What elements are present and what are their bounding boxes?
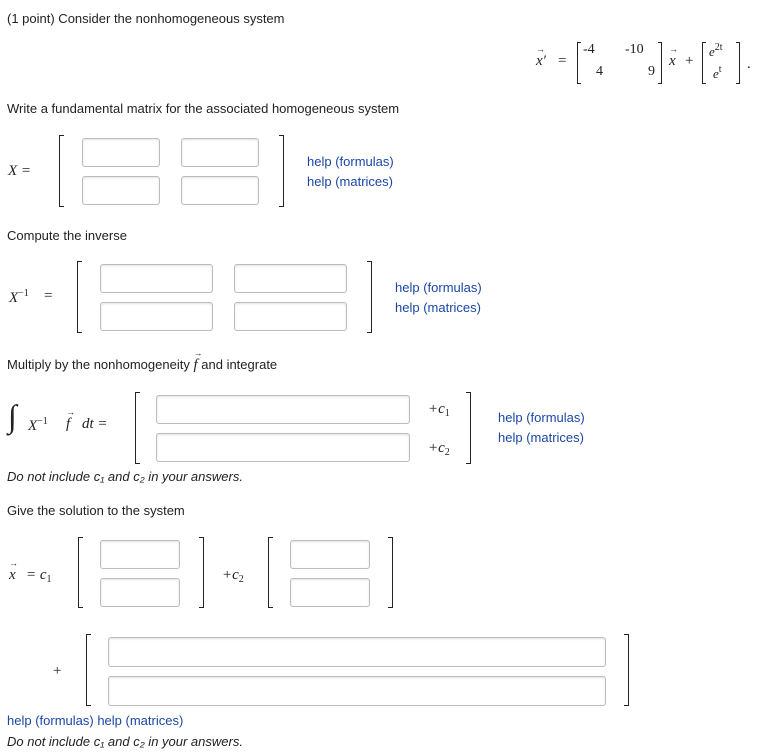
footer-note: Do not include c₁ and c₂ in your answers… [7, 734, 243, 749]
particular-vector-right-bracket [624, 634, 629, 706]
solution-vector1-r2-input[interactable] [100, 578, 180, 607]
inverse-matrix-left-bracket [77, 261, 82, 333]
help-matrices-link-2[interactable]: help (matrices) [395, 300, 481, 315]
part3-note: Do not include c₁ and c₂ in your answers… [7, 469, 243, 484]
equals-sign: = [558, 53, 567, 69]
inverse-matrix-r2c2-input[interactable] [234, 302, 347, 331]
integral-c1-term: +c1 [428, 401, 450, 419]
integral-row2-input[interactable] [156, 433, 410, 462]
help-formulas-link-3[interactable]: help (formulas) [498, 410, 585, 425]
fundamental-matrix-r1c1-input[interactable] [82, 138, 160, 167]
fundamental-matrix-right-bracket [279, 135, 284, 207]
help-matrices-link-4[interactable]: help (matrices) [97, 713, 183, 728]
solution-x-symbol: x [9, 558, 18, 584]
inverse-matrix-r2c1-input[interactable] [100, 302, 213, 331]
integral-vector-left-bracket [135, 392, 140, 464]
matrix-a22: 9 [648, 64, 655, 79]
matrix-a12: -10 [625, 42, 644, 57]
part3-prompt-before: Multiply by the nonhomogeneity [7, 357, 190, 372]
solution-vector1-r1-input[interactable] [100, 540, 180, 569]
forcing-row-1: e2t [709, 42, 723, 59]
integral-x-inverse: X−1 [28, 416, 48, 434]
inverse-matrix-r1c2-input[interactable] [234, 264, 347, 293]
solution-c1-label: = c1 [26, 567, 52, 585]
part3-prompt-after: and integrate [201, 357, 278, 372]
part3-prompt: Multiply by the nonhomogeneity f and int… [7, 348, 278, 374]
x-prime-symbol: x′ [536, 44, 546, 70]
solution-vector1-right-bracket [199, 537, 204, 608]
matrix-a11: -4 [583, 42, 595, 57]
footer-help-links: help (formulas) help (matrices) [7, 713, 183, 728]
part1-prompt: Write a fundamental matrix for the assoc… [7, 101, 400, 116]
particular-row2-input[interactable] [108, 676, 606, 706]
help-matrices-link-3[interactable]: help (matrices) [498, 430, 584, 445]
integral-label: ∫ X−1 f dt = [8, 398, 118, 446]
help-matrices-link-1[interactable]: help (matrices) [307, 174, 393, 189]
particular-plus-sign: + [53, 663, 62, 679]
particular-row1-input[interactable] [108, 637, 606, 667]
solution-vector2-r1-input[interactable] [290, 540, 370, 569]
fundamental-matrix-r2c2-input[interactable] [181, 176, 259, 205]
particular-vector-left-bracket [86, 634, 91, 706]
solution-vector2-r2-input[interactable] [290, 578, 370, 607]
system-matrix-right-bracket [658, 42, 662, 84]
forcing-row-1-exponent: 2t [714, 42, 723, 53]
inverse-equals: = [44, 288, 53, 304]
x-vector-symbol: x [669, 44, 678, 70]
forcing-row-2: et [713, 64, 722, 81]
forcing-right-bracket [736, 42, 740, 84]
part2-prompt: Compute the inverse [7, 228, 127, 243]
inverse-matrix-label: X−1 [9, 288, 29, 307]
solution-c2-label: +c2 [222, 567, 244, 585]
integral-f-vector: f [66, 407, 75, 433]
fundamental-matrix-r1c2-input[interactable] [181, 138, 259, 167]
solution-vector2-right-bracket [388, 537, 393, 608]
inverse-matrix-r1c1-input[interactable] [100, 264, 213, 293]
inverse-label-exponent: −1 [18, 288, 29, 299]
integral-dt: dt = [82, 416, 108, 432]
integral-c2-term: +c2 [428, 440, 450, 458]
solution-vector2-left-bracket [268, 537, 273, 608]
system-matrix-left-bracket [577, 42, 581, 84]
inverse-matrix-right-bracket [367, 261, 372, 333]
help-formulas-link-1[interactable]: help (formulas) [307, 154, 394, 169]
help-formulas-link-2[interactable]: help (formulas) [395, 280, 482, 295]
solution-vector1-left-bracket [78, 537, 83, 608]
forcing-left-bracket [702, 42, 706, 84]
matrix-a21: 4 [596, 64, 603, 79]
integral-vector-right-bracket [466, 392, 471, 464]
integral-sign: ∫ [8, 398, 17, 434]
system-equation: x′ = -4 -10 4 9 x + e2t et . [530, 40, 765, 88]
inverse-label-base: X [9, 290, 19, 306]
plus-sign: + [685, 53, 694, 69]
fundamental-matrix-r2c1-input[interactable] [82, 176, 160, 205]
period: . [747, 56, 751, 72]
nonhomogeneity-symbol: f [193, 348, 202, 373]
part4-prompt: Give the solution to the system [7, 503, 185, 518]
fundamental-matrix-label: X = [8, 163, 32, 179]
help-formulas-link-4[interactable]: help (formulas) [7, 713, 94, 728]
problem-header: (1 point) Consider the nonhomogeneous sy… [7, 11, 285, 26]
forcing-row-2-exponent: t [718, 64, 722, 75]
integral-row1-input[interactable] [156, 395, 410, 424]
fundamental-matrix-left-bracket [59, 135, 64, 207]
